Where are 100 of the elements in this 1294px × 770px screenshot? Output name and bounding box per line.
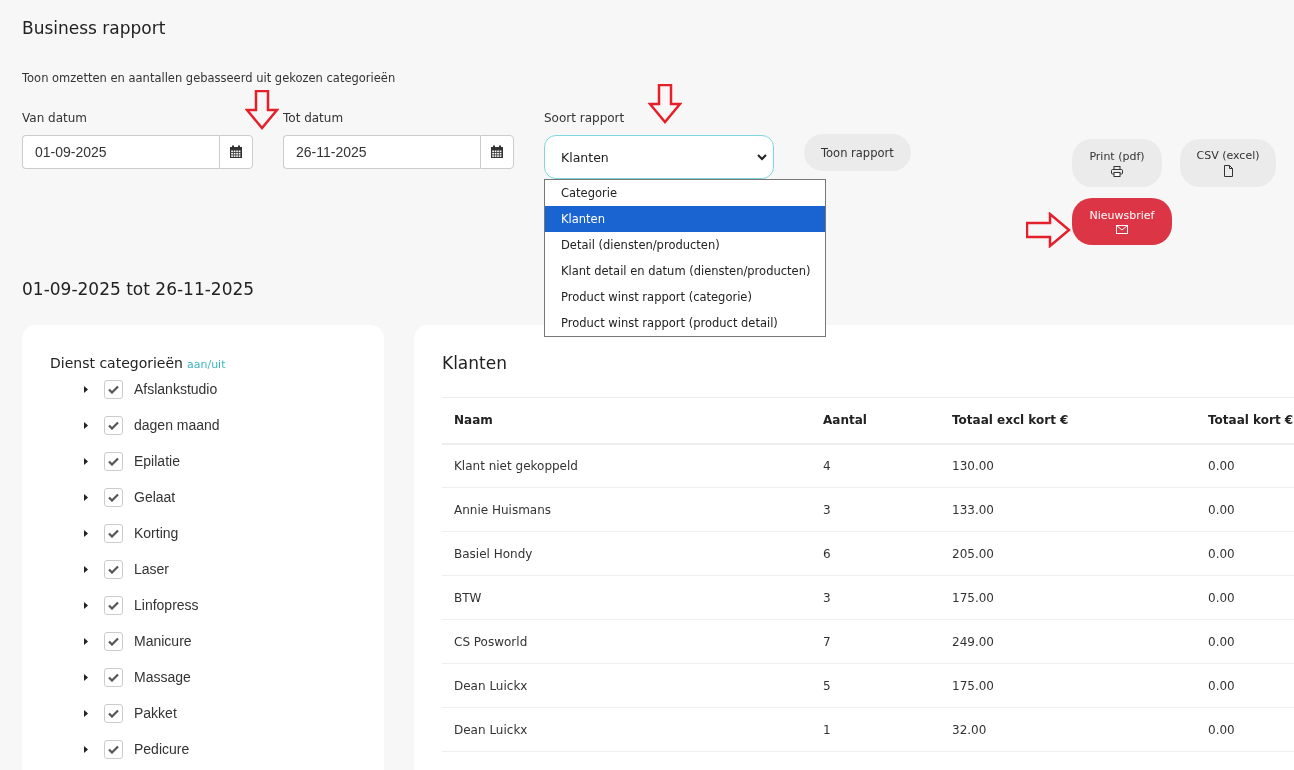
column-header: Aantal xyxy=(811,397,940,444)
category-label: Epilatie xyxy=(134,453,180,469)
annotation-arrow xyxy=(1026,212,1071,248)
calendar-button[interactable] xyxy=(480,135,514,169)
table-cell: 0.00 xyxy=(1196,487,1294,532)
checkbox[interactable] xyxy=(104,451,123,471)
checkmark-icon xyxy=(108,528,119,538)
envelope-icon xyxy=(1116,225,1128,234)
category-label: Pakket xyxy=(134,705,177,721)
checkmark-icon xyxy=(108,600,119,610)
caret-right-icon[interactable] xyxy=(83,744,89,754)
printer-icon xyxy=(1111,165,1123,177)
checkbox[interactable] xyxy=(104,487,123,507)
report-type-select[interactable]: Klanten xyxy=(544,135,774,179)
table-cell: 133.00 xyxy=(940,487,1196,532)
calendar-button[interactable] xyxy=(219,135,253,169)
table-cell: 0.00 xyxy=(1196,619,1294,664)
category-label: Massage xyxy=(134,669,191,685)
checkmark-icon xyxy=(108,420,119,430)
category-label: Gelaat xyxy=(134,489,176,505)
table-cell: 3 xyxy=(811,487,940,532)
category-label: Afslankstudio xyxy=(134,381,218,397)
table-cell: 6 xyxy=(811,531,940,576)
table-cell: 249.00 xyxy=(940,619,1196,664)
calendar-icon xyxy=(490,145,504,159)
page-description: Toon omzetten en aantallen gebasseerd uit gekozen categorieën xyxy=(22,71,397,85)
category-label: Laser xyxy=(134,561,170,577)
caret-right-icon[interactable] xyxy=(83,636,89,646)
caret-right-icon[interactable] xyxy=(83,600,89,610)
table-cell: 0.00 xyxy=(1196,663,1294,708)
chevron-down-icon xyxy=(757,153,767,161)
table-cell: 130.00 xyxy=(940,443,1196,488)
table-cell: 3 xyxy=(811,575,940,620)
table-title: Klanten xyxy=(442,353,508,373)
checkbox[interactable] xyxy=(104,379,123,399)
period-heading: 01-09-2025 tot 26-11-2025 xyxy=(22,279,255,299)
date-field[interactable]: 01-09-2025 xyxy=(22,135,219,169)
table-cell: 0.00 xyxy=(1196,575,1294,620)
field-label: Van datum xyxy=(22,111,89,127)
file-icon xyxy=(1223,165,1233,177)
category-label: Pedicure xyxy=(134,741,190,757)
calendar-icon xyxy=(229,145,243,159)
page-title: Business rapport xyxy=(22,18,167,38)
category-label: Manicure xyxy=(134,633,192,649)
checkbox[interactable] xyxy=(104,667,123,687)
table-cell: 7 xyxy=(811,619,940,664)
table-cell: 1 xyxy=(811,707,940,752)
category-label: dagen maand xyxy=(134,417,220,433)
category-label: Linfopress xyxy=(134,597,199,613)
annotation-arrow xyxy=(245,90,279,130)
caret-right-icon[interactable] xyxy=(83,672,89,682)
caret-right-icon[interactable] xyxy=(83,708,89,718)
category-label: Korting xyxy=(134,525,179,541)
column-header: Totaal kort € xyxy=(1196,397,1294,444)
checkbox[interactable] xyxy=(104,739,123,759)
column-header: Naam xyxy=(442,397,811,444)
checkmark-icon xyxy=(108,672,119,682)
checkmark-icon xyxy=(108,744,119,754)
caret-right-icon[interactable] xyxy=(83,492,89,502)
table-cell: 205.00 xyxy=(940,531,1196,576)
checkbox[interactable] xyxy=(104,631,123,651)
export-button[interactable]: CSV (excel) xyxy=(1180,139,1276,187)
table-cell: CS Posworld xyxy=(442,619,811,664)
checkbox[interactable] xyxy=(104,595,123,615)
table-cell: 175.00 xyxy=(940,663,1196,708)
table-cell: Klant niet gekoppeld xyxy=(442,443,811,488)
field-label: Tot datum xyxy=(283,111,345,127)
table-cell: Dean Luickx xyxy=(442,663,811,708)
caret-right-icon[interactable] xyxy=(83,564,89,574)
table-cell: 32.00 xyxy=(940,707,1196,752)
checkbox[interactable] xyxy=(104,703,123,723)
checkmark-icon xyxy=(108,564,119,574)
show-report-button[interactable]: Toon rapport xyxy=(804,134,911,171)
annotation-arrow xyxy=(648,84,682,124)
export-button[interactable]: Nieuwsbrief xyxy=(1072,198,1172,245)
caret-right-icon[interactable] xyxy=(83,420,89,430)
checkmark-icon xyxy=(108,492,119,502)
checkmark-icon xyxy=(108,384,119,394)
checkbox[interactable] xyxy=(104,559,123,579)
table-cell: 4 xyxy=(811,443,940,488)
category-title: Dienst categorieën xyxy=(50,355,183,371)
table-cell: 0.00 xyxy=(1196,707,1294,752)
table-cell: 175.00 xyxy=(940,575,1196,620)
table-cell: 5 xyxy=(811,663,940,708)
caret-right-icon[interactable] xyxy=(83,528,89,538)
field-label: Soort rapport xyxy=(544,111,626,127)
export-button[interactable]: Print (pdf) xyxy=(1072,139,1162,187)
date-field[interactable]: 26-11-2025 xyxy=(283,135,480,169)
caret-right-icon[interactable] xyxy=(83,384,89,394)
table-cell: BTW xyxy=(442,575,811,620)
checkbox[interactable] xyxy=(104,415,123,435)
caret-right-icon[interactable] xyxy=(83,456,89,466)
checkmark-icon xyxy=(108,456,119,466)
table-cell: Basiel Hondy xyxy=(442,531,811,576)
checkbox[interactable] xyxy=(104,523,123,543)
table-cell: 0.00 xyxy=(1196,531,1294,576)
table-cell: Dean Luickx xyxy=(442,707,811,752)
dropdown-option[interactable]: Klanten xyxy=(545,206,825,232)
table-cell: Annie Huismans xyxy=(442,487,811,532)
checkmark-icon xyxy=(108,708,119,718)
